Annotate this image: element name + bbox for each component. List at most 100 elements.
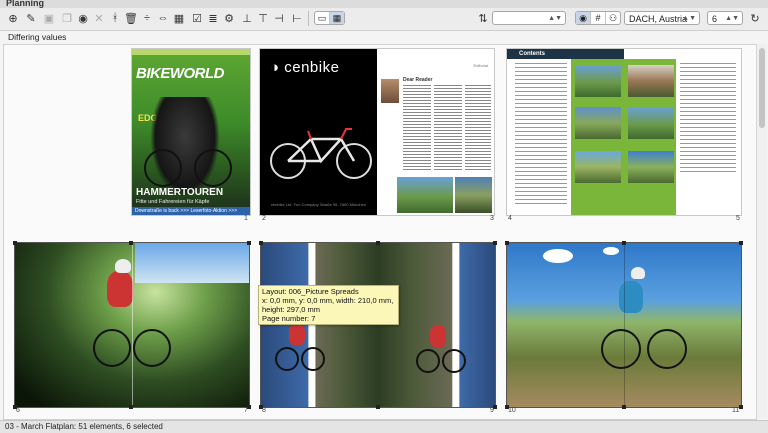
list-icon[interactable]: ≣ [206,11,220,25]
spread-10-11[interactable] [507,243,741,407]
page-info-tooltip: Layout: 006_Picture Spreads x: 0,0 mm, y… [258,285,399,325]
tooltip-geometry: x: 0,0 mm, y: 0,0 mm, width: 210,0 mm, h… [262,296,394,314]
bicycle-image [270,128,372,179]
ad-fine-print: cenbike Ltd. Fun Company Straße 95, 7600… [270,202,367,207]
hill-ride-image [507,243,741,407]
cliff-ride-image [378,243,495,407]
page-number: 3 [490,215,494,222]
page-number: 1 [244,215,248,222]
spread-2-3[interactable]: ◑ cenbike cenbike Ltd. Fun Company Straß… [260,49,494,215]
contents-page: Contents [507,49,624,215]
logo-mark-icon: ◑ [270,59,285,76]
cover-band: Downstraße is back >>> Leserfoto-Aktion … [132,207,250,215]
sort-icon[interactable]: ⇅ [476,11,490,25]
text-column [403,85,431,171]
columns-select-value: 6 [712,14,718,24]
selection-handle[interactable] [739,241,743,245]
cover-subline: Fitte und Fahrereien für Käpfe [136,199,210,205]
editorial-title: Dear Reader [403,77,433,83]
spread-8-9[interactable]: Ride [261,243,495,407]
page-number: 5 [736,215,740,222]
text-column [434,85,462,171]
selection-handle[interactable] [129,405,133,409]
contents-title: Contents [507,49,624,59]
duplicate-icon[interactable]: ▣ [42,11,56,25]
grid-view-icon[interactable]: ▦ [330,12,344,24]
trash-icon[interactable]: 🗑 [124,11,138,25]
sky-area [135,243,249,283]
hierarchy-icon[interactable]: ⚇ [606,12,620,24]
cover-headline: HAMMERTOUREN [136,187,224,198]
align-top-icon[interactable]: ⊤ [256,11,270,25]
ad-page: ◑ cenbike cenbike Ltd. Fun Company Straß… [260,49,377,215]
contents-image [575,107,621,139]
editor-photo [381,79,399,103]
spread-4-5[interactable]: Contents [507,49,741,215]
tooltip-page-number: Page number: 7 [262,314,316,323]
spread-6-7[interactable] [15,243,249,407]
tooltip-layout: Layout: 006_Picture Spreads [262,287,359,296]
selection-handle[interactable] [259,241,263,245]
cloud [543,249,573,263]
spread-gutter [132,243,133,407]
selection-handle[interactable] [13,241,17,245]
eye-view-icon[interactable]: ◉ [576,12,591,24]
spread-view-icon[interactable]: ▭ [315,12,330,24]
region-select-value: DACH, Austria [629,14,688,24]
cliff-ride-image: Ride [261,243,378,407]
editorial-image [397,177,453,213]
display-toggle[interactable]: ◉ # ⚇ [575,11,621,25]
selection-handle[interactable] [376,405,380,409]
contents-image [575,151,621,183]
flatplan-canvas[interactable]: BIKEWORLD EDGE PARTS HAMMERTOUREN Fitte … [3,44,757,420]
cover-wheel [144,149,182,187]
page-number: 8 [262,407,266,414]
region-select[interactable]: DACH, Austria ▲▼ [624,11,700,25]
toolbar-separator [308,11,309,26]
checkbox-icon[interactable]: ☑ [190,11,204,25]
gear-icon[interactable]: ⚙ [222,11,236,25]
refresh-icon[interactable]: ↻ [748,11,762,25]
chevron-down-icon: ▲▼ [725,15,739,22]
copy-icon[interactable]: ❐ [60,11,74,25]
contents-image [575,65,621,97]
table-icon[interactable]: ▦ [172,11,186,25]
status-text: 03 - March Flatplan: 51 elements, 6 sele… [5,422,163,431]
selection-handle[interactable] [739,405,743,409]
chevron-down-icon: ▲▼ [682,15,696,22]
spread-gutter [624,243,625,407]
columns-select[interactable]: 6 ▲▼ [707,11,743,25]
align-right-icon[interactable]: ⊣ [272,11,286,25]
editorial-label: Editorial [473,63,488,68]
selection-handle[interactable] [129,241,133,245]
cover-page: BIKEWORLD EDGE PARTS HAMMERTOUREN Fitte … [132,49,250,215]
selection-handle[interactable] [505,241,509,245]
ad-logo-text: cenbike [284,59,340,76]
close-icon[interactable]: ✕ [92,11,106,25]
vertical-scrollbar[interactable] [756,44,767,418]
pencil-icon[interactable]: ✎ [24,11,38,25]
contents-list [515,63,567,207]
split-icon[interactable]: ÷ [140,11,154,25]
selection-handle[interactable] [622,405,626,409]
page-number: 7 [244,407,248,414]
align-bottom-icon[interactable]: ⊥ [240,11,254,25]
move-icon[interactable]: ⇔ [156,11,170,25]
view-mode-toggle[interactable]: ▭ ▦ [314,11,345,25]
selection-handle[interactable] [247,241,251,245]
cover-wheel [194,149,232,187]
tab-planning[interactable]: Planning [6,0,44,8]
eye-icon[interactable]: ◉ [76,11,90,25]
selection-handle[interactable] [493,241,497,245]
selection-handle[interactable] [376,241,380,245]
page-cover[interactable]: BIKEWORLD EDGE PARTS HAMMERTOUREN Fitte … [132,49,250,215]
page-number: 9 [490,407,494,414]
editorial-page: Dear Reader Editorial [377,49,494,215]
selection-handle[interactable] [622,241,626,245]
new-icon[interactable]: ⊕ [6,11,20,25]
align-center-icon[interactable]: ⊢ [290,11,304,25]
clear-format-icon[interactable]: ᚼ [108,11,122,25]
hash-icon[interactable]: # [591,12,606,24]
sort-select[interactable]: ▲▼ [492,11,566,25]
scrollbar-thumb[interactable] [759,48,765,128]
